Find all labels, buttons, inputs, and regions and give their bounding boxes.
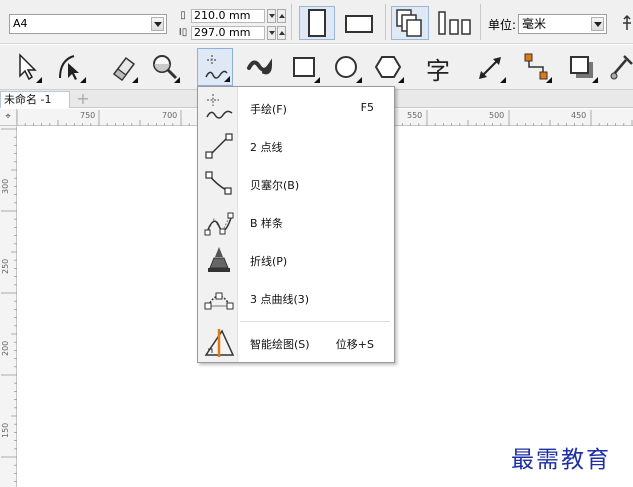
toolbox: 字 xyxy=(0,45,633,90)
page-width-input[interactable]: 210.0 mm xyxy=(191,9,265,23)
flyout-indicator xyxy=(80,77,86,83)
rectangle-tool[interactable] xyxy=(286,48,322,86)
menu-item-label: 3 点曲线(3) xyxy=(250,293,310,306)
page-width-field[interactable]: ▯ 210.0 mm xyxy=(176,9,286,24)
flyout-indicator xyxy=(224,76,230,82)
flyout-indicator xyxy=(132,77,138,83)
ruler-label: 700 xyxy=(162,111,178,120)
flyout-indicator xyxy=(500,77,506,83)
all-pages-button[interactable] xyxy=(391,6,429,40)
page-height-input[interactable]: 297.0 mm xyxy=(191,26,265,40)
portrait-icon xyxy=(308,9,326,37)
flyout-indicator xyxy=(592,77,598,83)
dimension-tool[interactable] xyxy=(472,48,508,86)
ruler-label: 450 xyxy=(571,111,587,120)
height-icon: I▯ xyxy=(178,27,188,38)
watermark-text: 最需教育 xyxy=(511,447,611,473)
menu-item-smart-drawing[interactable]: 智能绘图(S) 位移+S xyxy=(198,324,394,360)
property-bar: A4 ▯ 210.0 mm I▯ 297.0 mm 单位: 毫米 xyxy=(0,0,633,44)
vertical-ruler[interactable]: 300 250 200 150 xyxy=(0,126,17,487)
ruler-label: 750 xyxy=(80,111,96,120)
nudge-icon xyxy=(623,14,631,30)
freehand-icon xyxy=(206,94,233,119)
eyedropper-icon xyxy=(610,55,633,80)
height-spin-up[interactable] xyxy=(277,26,286,40)
chevron-down-icon xyxy=(151,17,164,31)
menu-item-freehand[interactable]: 手绘(F) F5 xyxy=(198,89,394,125)
menu-item-polyline[interactable]: 折线(P) xyxy=(198,241,394,277)
width-spin-up[interactable] xyxy=(277,9,286,23)
ruler-label: 250 xyxy=(1,258,10,274)
two-point-line-icon xyxy=(205,133,233,159)
ruler-label: 300 xyxy=(1,178,10,194)
document-tab[interactable]: 未命名 -1 xyxy=(0,91,70,108)
ruler-label: 150 xyxy=(1,422,10,438)
b-spline-icon xyxy=(204,212,234,236)
menu-item-b-spline[interactable]: B 样条 xyxy=(198,203,394,239)
flyout-indicator xyxy=(36,77,42,83)
smart-drawing-icon xyxy=(204,329,235,357)
three-point-curve-icon xyxy=(204,292,234,310)
height-spin-down[interactable] xyxy=(267,26,276,40)
ellipse-tool[interactable] xyxy=(328,48,364,86)
flyout-indicator xyxy=(398,77,404,83)
menu-item-shortcut: 位移+S xyxy=(335,338,374,351)
text-tool[interactable]: 字 xyxy=(422,48,458,86)
menu-item-label: 2 点线 xyxy=(250,141,283,154)
flyout-indicator xyxy=(174,77,180,83)
separator xyxy=(385,4,386,40)
portrait-button[interactable] xyxy=(299,6,335,40)
bezier-icon xyxy=(205,171,232,195)
menu-item-label: 折线(P) xyxy=(250,255,288,268)
page-height-field[interactable]: I▯ 297.0 mm xyxy=(176,26,286,41)
page-size-value: A4 xyxy=(13,17,28,30)
freehand-tool[interactable] xyxy=(197,48,233,86)
eraser-tool[interactable] xyxy=(104,48,140,86)
width-icon: ▯ xyxy=(180,10,186,21)
unit-dropdown[interactable]: 毫米 xyxy=(518,14,607,34)
separator xyxy=(480,4,481,40)
menu-separator xyxy=(240,321,390,322)
all-pages-icon xyxy=(396,9,422,37)
ruler-label: 500 xyxy=(489,111,505,120)
page-size-dropdown[interactable]: A4 xyxy=(9,14,167,34)
ruler-origin-corner[interactable]: ⌖ xyxy=(0,109,17,126)
artistic-media-icon xyxy=(247,58,273,75)
unit-value: 毫米 xyxy=(522,17,547,31)
ruler-label: 550 xyxy=(407,111,423,120)
drop-shadow-tool[interactable] xyxy=(564,48,600,86)
flyout-indicator xyxy=(314,77,320,83)
menu-item-bezier[interactable]: 贝塞尔(B) xyxy=(198,165,394,201)
polyline-icon xyxy=(208,247,230,272)
landscape-button[interactable] xyxy=(339,6,379,40)
menu-item-label: B 样条 xyxy=(250,217,284,230)
menu-item-3-point-curve[interactable]: 3 点曲线(3) xyxy=(198,279,394,315)
eyedropper-tool[interactable] xyxy=(606,48,633,86)
current-page-icon xyxy=(438,11,471,35)
artistic-media-tool[interactable] xyxy=(242,48,278,86)
menu-item-2-point-line[interactable]: 2 点线 xyxy=(198,127,394,163)
curve-tools-flyout: 手绘(F) F5 2 点线 贝塞尔(B) B 样条 折线(P) 3 点曲线(3)… xyxy=(197,86,395,363)
menu-item-label: 智能绘图(S) xyxy=(250,338,310,351)
menu-item-label: 手绘(F) xyxy=(250,103,287,116)
flyout-indicator xyxy=(546,77,552,83)
flyout-indicator xyxy=(356,77,362,83)
chevron-down-icon xyxy=(591,17,604,31)
menu-item-label: 贝塞尔(B) xyxy=(250,179,300,192)
separator xyxy=(291,4,292,40)
current-page-button[interactable] xyxy=(434,6,474,40)
unit-label: 单位: xyxy=(488,18,517,32)
connector-tool[interactable] xyxy=(518,48,554,86)
landscape-icon xyxy=(345,15,373,33)
shape-tool[interactable] xyxy=(52,48,88,86)
ruler-label: 200 xyxy=(1,340,10,356)
text-tool-icon: 字 xyxy=(426,57,450,85)
add-tab-button[interactable]: + xyxy=(75,91,91,107)
zoom-tool[interactable] xyxy=(146,48,182,86)
menu-item-shortcut: F5 xyxy=(360,101,374,114)
pick-tool[interactable] xyxy=(8,48,44,86)
width-spin-down[interactable] xyxy=(267,9,276,23)
nudge-button[interactable] xyxy=(620,12,633,34)
polygon-tool[interactable] xyxy=(370,48,406,86)
